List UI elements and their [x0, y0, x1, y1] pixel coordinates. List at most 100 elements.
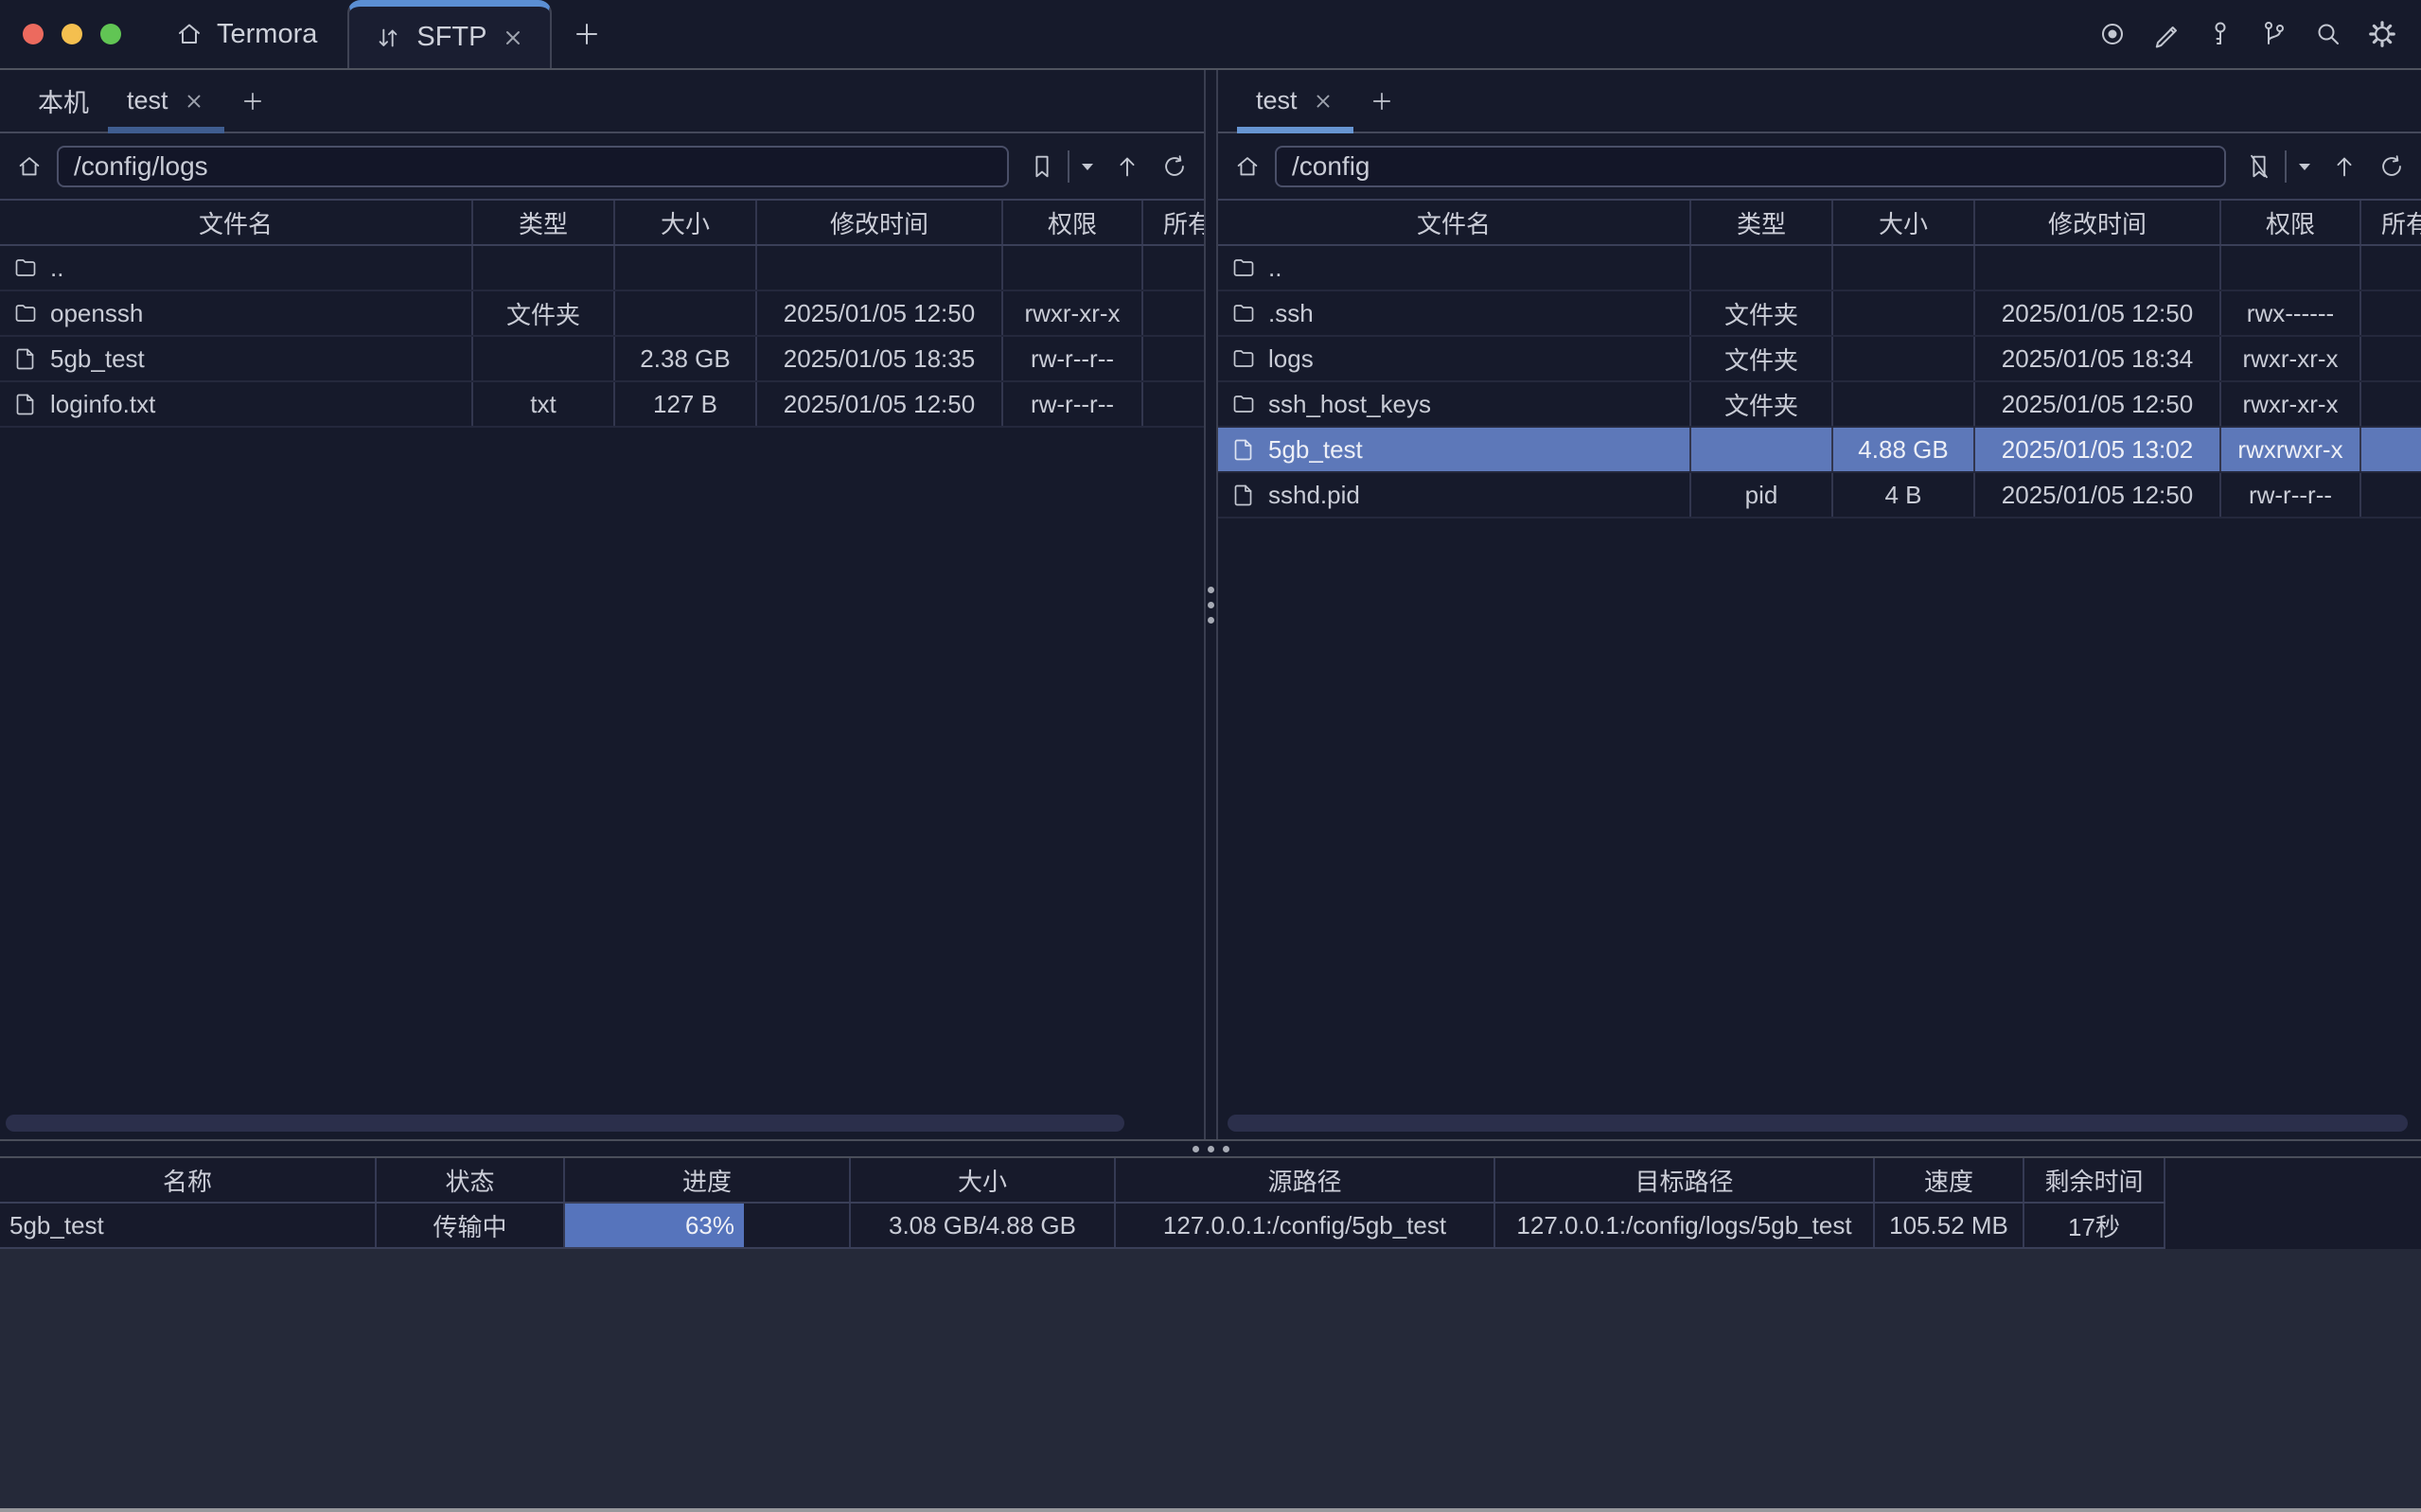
- left-file-table: 文件名 类型 大小 修改时间 权限 所有者 .. openssh 文件夹 202…: [0, 201, 1204, 1139]
- cell-modified: 2025/01/05 12:50: [1975, 291, 2221, 335]
- column-header-status[interactable]: 状态: [377, 1158, 565, 1202]
- horizontal-scrollbar[interactable]: [1228, 1115, 2408, 1132]
- column-header-source[interactable]: 源路径: [1116, 1158, 1495, 1202]
- cell-filename: ..: [50, 254, 63, 283]
- horizontal-scrollbar[interactable]: [6, 1115, 1124, 1132]
- transfer-panel-splitter[interactable]: [0, 1141, 2421, 1156]
- file-icon: [13, 346, 38, 371]
- table-row[interactable]: ssh_host_keys 文件夹 2025/01/05 12:50 rwxr-…: [1218, 382, 2421, 428]
- caret-down-icon[interactable]: [2298, 162, 2311, 171]
- table-row[interactable]: openssh 文件夹 2025/01/05 12:50 rwxr-xr-x: [0, 291, 1204, 337]
- cell-filename: ssh_host_keys: [1268, 390, 1431, 419]
- file-icon: [1231, 437, 1256, 462]
- search-icon[interactable]: [2312, 18, 2344, 50]
- right-tab-test[interactable]: test: [1237, 70, 1353, 132]
- bookmark-slash-icon[interactable]: [2245, 152, 2273, 181]
- app-home-tab[interactable]: Termora: [174, 19, 317, 50]
- home-icon[interactable]: [1233, 152, 1262, 181]
- column-header-owner[interactable]: 所有者: [2361, 201, 2421, 244]
- close-icon[interactable]: [1312, 90, 1334, 113]
- refresh-icon[interactable]: [1160, 152, 1189, 181]
- table-row[interactable]: ..: [1218, 246, 2421, 291]
- up-directory-icon[interactable]: [2330, 152, 2359, 181]
- cell-transfer-name: 5gb_test: [0, 1204, 377, 1247]
- column-header-size[interactable]: 大小: [615, 201, 757, 244]
- column-header-filename[interactable]: 文件名: [1218, 201, 1691, 244]
- left-new-tab-button[interactable]: [224, 70, 281, 132]
- folder-icon: [13, 301, 38, 325]
- transfer-table-header: 名称 状态 进度 大小 源路径 目标路径 速度 剩余时间: [0, 1158, 2165, 1204]
- column-header-name[interactable]: 名称: [0, 1158, 377, 1202]
- file-icon: [13, 392, 38, 416]
- cell-filename: sshd.pid: [1268, 481, 1360, 510]
- cell-owner: [2361, 337, 2421, 380]
- column-header-permissions[interactable]: 权限: [1003, 201, 1143, 244]
- right-file-panel: test: [1218, 70, 2421, 1139]
- column-header-modified[interactable]: 修改时间: [757, 201, 1003, 244]
- close-icon[interactable]: [183, 90, 205, 113]
- caret-down-icon[interactable]: [1081, 162, 1094, 171]
- transfer-row[interactable]: 5gb_test 传输中 63% 3.08 GB/4.88 GB 127.0.0…: [0, 1204, 2165, 1249]
- cell-size: [615, 246, 757, 290]
- left-tab-test[interactable]: test: [108, 70, 224, 132]
- cell-filename: .ssh: [1268, 299, 1314, 328]
- close-window-button[interactable]: [23, 24, 44, 44]
- titlebar-actions: [2096, 18, 2398, 50]
- table-row[interactable]: logs 文件夹 2025/01/05 18:34 rwxr-xr-x: [1218, 337, 2421, 382]
- column-header-size[interactable]: 大小: [1833, 201, 1975, 244]
- column-header-target[interactable]: 目标路径: [1495, 1158, 1875, 1202]
- tab-label: test: [127, 86, 168, 115]
- column-header-size[interactable]: 大小: [851, 1158, 1116, 1202]
- table-row-selected[interactable]: 5gb_test 4.88 GB 2025/01/05 13:02 rwxrwx…: [1218, 428, 2421, 473]
- transfer-table: 名称 状态 进度 大小 源路径 目标路径 速度 剩余时间 5gb_test 传输…: [0, 1158, 2165, 1249]
- cell-type: 文件夹: [473, 291, 615, 335]
- cell-owner: [2361, 473, 2421, 517]
- column-header-type[interactable]: 类型: [1691, 201, 1833, 244]
- cell-type: [473, 337, 615, 380]
- table-row[interactable]: sshd.pid pid 4 B 2025/01/05 12:50 rw-r--…: [1218, 473, 2421, 519]
- edit-icon[interactable]: [2150, 18, 2182, 50]
- active-tab-underline: [108, 127, 224, 133]
- cell-size: [1833, 337, 1975, 380]
- column-header-owner[interactable]: 所有者: [1143, 201, 1204, 244]
- right-new-tab-button[interactable]: [1353, 70, 1410, 132]
- column-header-eta[interactable]: 剩余时间: [2024, 1158, 2165, 1202]
- folder-icon: [1231, 392, 1256, 416]
- port-forward-icon[interactable]: [2258, 18, 2290, 50]
- column-header-type[interactable]: 类型: [473, 201, 615, 244]
- record-button[interactable]: [2096, 18, 2129, 50]
- right-path-input[interactable]: [1275, 146, 2226, 187]
- table-row[interactable]: ..: [0, 246, 1204, 291]
- settings-gear-icon[interactable]: [2366, 18, 2398, 50]
- column-header-permissions[interactable]: 权限: [2221, 201, 2361, 244]
- table-row[interactable]: .ssh 文件夹 2025/01/05 12:50 rwx------: [1218, 291, 2421, 337]
- up-directory-icon[interactable]: [1113, 152, 1141, 181]
- table-row[interactable]: loginfo.txt txt 127 B 2025/01/05 12:50 r…: [0, 382, 1204, 428]
- column-header-speed[interactable]: 速度: [1875, 1158, 2024, 1202]
- cell-type: pid: [1691, 473, 1833, 517]
- panel-splitter[interactable]: [1204, 70, 1218, 1139]
- home-icon[interactable]: [15, 152, 44, 181]
- cell-permissions: rw-r--r--: [1003, 337, 1143, 380]
- cell-owner: [1143, 246, 1204, 290]
- table-row[interactable]: 5gb_test 2.38 GB 2025/01/05 18:35 rw-r--…: [0, 337, 1204, 382]
- close-icon[interactable]: [501, 26, 525, 50]
- traffic-lights: [23, 24, 121, 44]
- column-header-filename[interactable]: 文件名: [0, 201, 473, 244]
- minimize-window-button[interactable]: [62, 24, 82, 44]
- cell-owner: [1143, 382, 1204, 426]
- bookmark-icon[interactable]: [1028, 152, 1056, 181]
- column-header-modified[interactable]: 修改时间: [1975, 201, 2221, 244]
- refresh-icon[interactable]: [2377, 152, 2406, 181]
- new-tab-button[interactable]: [571, 18, 603, 50]
- cell-size: 4 B: [1833, 473, 1975, 517]
- cell-size: [1833, 246, 1975, 290]
- cell-transfer-speed: 105.52 MB: [1875, 1204, 2024, 1247]
- tab-sftp[interactable]: SFTP: [347, 0, 552, 68]
- left-tab-local[interactable]: 本机: [19, 70, 108, 132]
- left-path-input[interactable]: [57, 146, 1009, 187]
- divider: [2285, 150, 2287, 183]
- column-header-progress[interactable]: 进度: [565, 1158, 851, 1202]
- keychain-icon[interactable]: [2204, 18, 2236, 50]
- zoom-window-button[interactable]: [100, 24, 121, 44]
